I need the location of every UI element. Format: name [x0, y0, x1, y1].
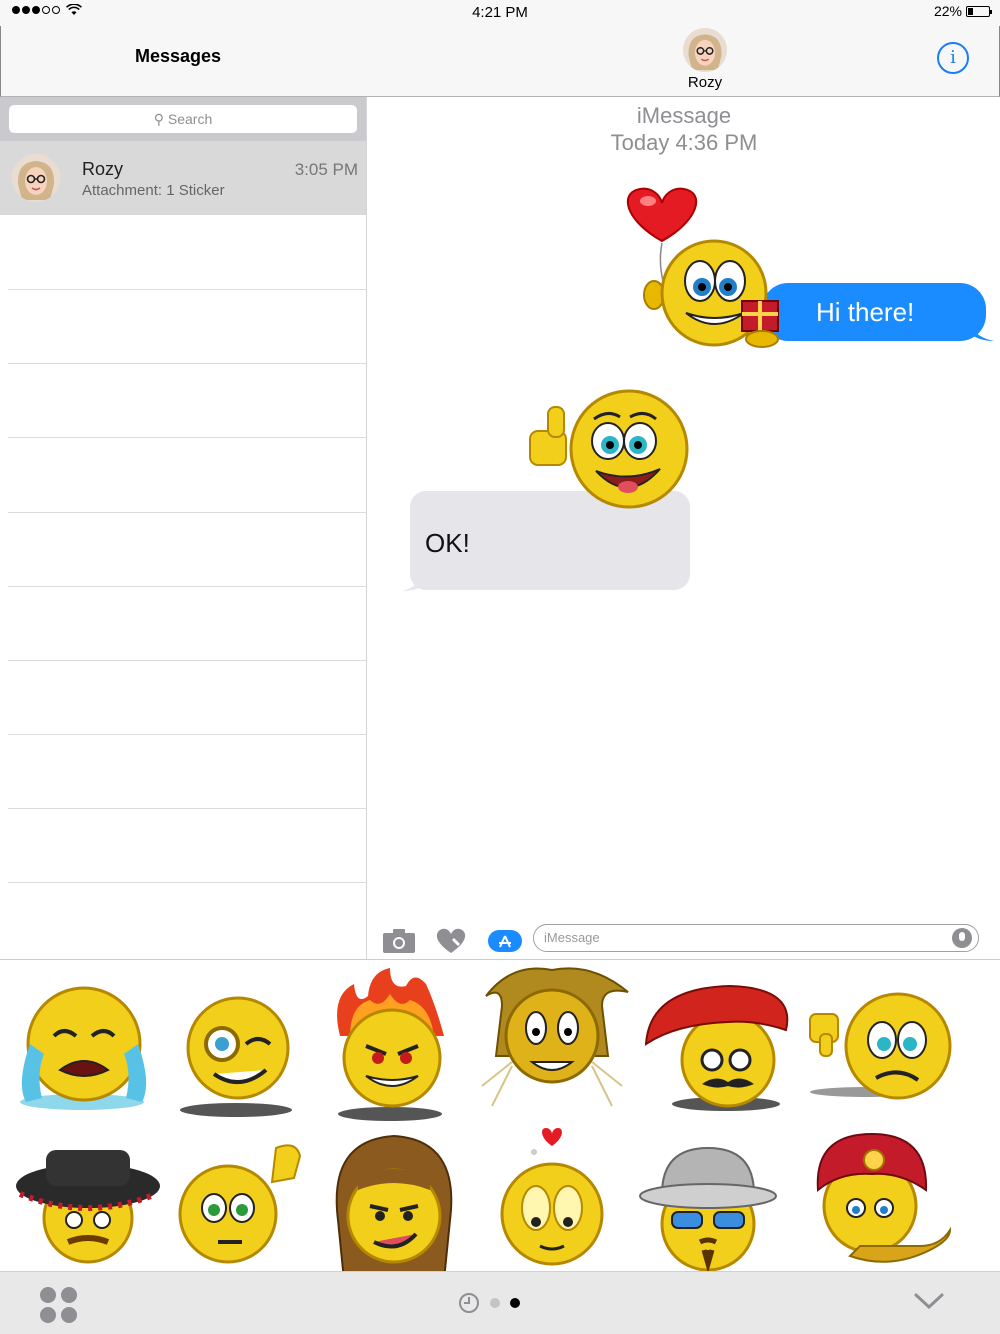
status-bar: 4:21 PM 22% — [0, 0, 1000, 26]
turban-genie-smiley-sticker[interactable] — [800, 1130, 960, 1271]
battery-group: 22% — [933, 3, 992, 19]
list-divider — [8, 882, 366, 883]
lion-mane-smiley-sticker[interactable] — [472, 966, 632, 1126]
page-title: Messages — [135, 46, 222, 66]
app-drawer-bar — [0, 1271, 1000, 1334]
monocle-smiley-sticker[interactable] — [158, 974, 318, 1134]
list-divider — [8, 437, 366, 438]
message-text: OK! — [425, 528, 470, 558]
message-input-placeholder: iMessage — [544, 930, 600, 945]
info-button[interactable]: i — [937, 42, 969, 74]
list-divider — [8, 660, 366, 661]
list-divider — [8, 512, 366, 513]
search-input[interactable]: ⚲ Search — [9, 105, 357, 133]
status-time: 4:21 PM — [472, 4, 528, 21]
contact-header[interactable]: Rozy — [677, 28, 733, 91]
app-store-icon[interactable] — [488, 926, 522, 954]
conversation-view: iMessage Today 4:36 PM Hi there! OK! — [368, 97, 1000, 960]
chevron-down-icon[interactable] — [913, 1290, 945, 1312]
smiley-heart-balloon-sticker[interactable] — [618, 183, 798, 353]
app-drawer-icon[interactable] — [38, 1286, 80, 1324]
avatar[interactable] — [683, 28, 727, 72]
crying-smiley-sticker[interactable] — [6, 974, 166, 1134]
page-dot-active[interactable] — [510, 1298, 520, 1308]
conversation-name: Rozy — [82, 159, 124, 179]
list-divider — [8, 586, 366, 587]
search-icon: ⚲ — [153, 111, 164, 127]
love-smiley-sticker[interactable] — [474, 1126, 634, 1271]
battery-percent: 22% — [933, 3, 962, 19]
beret-mustache-smiley-sticker[interactable] — [636, 974, 796, 1134]
search-bar: ⚲ Search — [0, 97, 366, 141]
compose-bar: iMessage — [368, 918, 1000, 960]
avatar — [12, 154, 60, 202]
battery-icon — [966, 5, 992, 17]
conversation-list: ⚲ Search Rozy Attachment: 1 Sticker 3:05… — [0, 97, 367, 960]
smiley-thumbs-up-sticker[interactable] — [524, 387, 694, 517]
navigation-bar: Messages Rozy i — [0, 26, 1000, 97]
waving-smiley-sticker[interactable] — [164, 1138, 324, 1271]
chat-timestamp: Today 4:36 PM — [610, 130, 758, 155]
list-divider — [8, 808, 366, 809]
recents-clock-icon[interactable] — [458, 1292, 480, 1314]
message-text: Hi there! — [816, 297, 915, 327]
message-input[interactable]: iMessage — [533, 924, 979, 952]
pith-helmet-smiley-sticker[interactable] — [632, 1138, 792, 1271]
list-divider — [8, 363, 366, 364]
sticker-grid — [0, 960, 1000, 1271]
conversation-time: 3:05 PM — [294, 160, 358, 179]
conversation-preview: Attachment: 1 Sticker — [82, 182, 225, 199]
page-dot[interactable] — [490, 1298, 500, 1308]
digital-touch-icon[interactable] — [434, 926, 468, 954]
list-divider — [8, 289, 366, 290]
list-divider — [8, 734, 366, 735]
conversation-item[interactable]: Rozy Attachment: 1 Sticker 3:05 PM — [0, 141, 366, 215]
service-label: iMessage — [636, 103, 732, 128]
microphone-icon[interactable] — [952, 928, 972, 948]
camera-icon[interactable] — [382, 926, 416, 954]
contact-name: Rozy — [687, 74, 723, 91]
info-icon: i — [950, 47, 956, 68]
search-placeholder: Search — [167, 111, 213, 127]
thumbs-down-smiley-sticker[interactable] — [806, 974, 966, 1134]
page-indicator[interactable] — [458, 1292, 520, 1314]
flamenco-hat-smiley-sticker[interactable] — [12, 1138, 172, 1271]
fire-hair-smiley-sticker[interactable] — [310, 966, 470, 1126]
long-hair-smiley-sticker[interactable] — [314, 1130, 474, 1271]
chat-header-meta: iMessage Today 4:36 PM — [368, 102, 1000, 156]
